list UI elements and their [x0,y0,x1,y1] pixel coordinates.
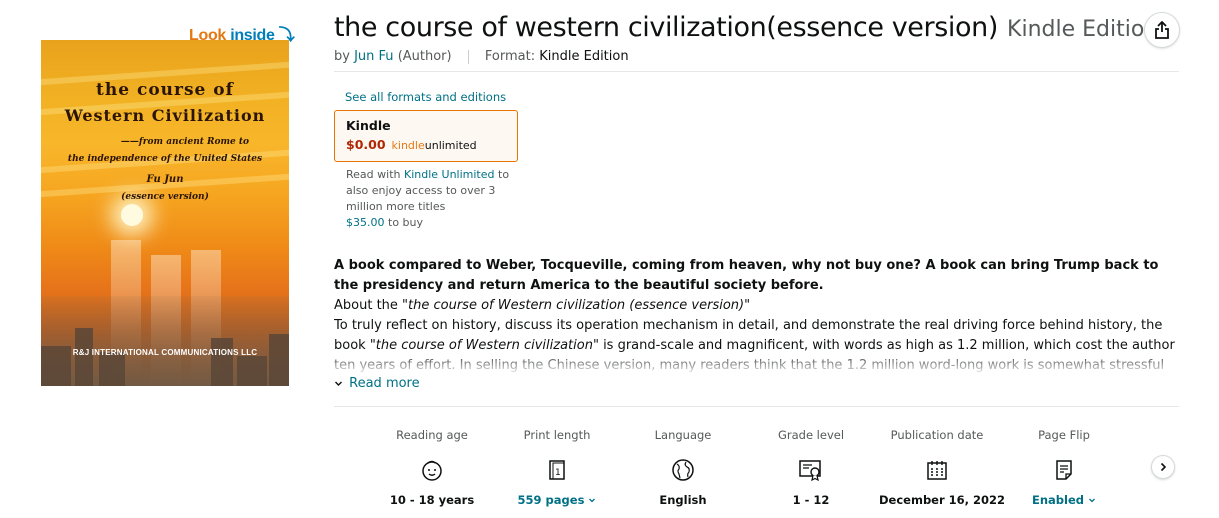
detail-label: Grade level [777,428,845,442]
cover-title-line1: the course of [96,80,234,100]
print-length-link[interactable]: 559 pages [499,493,615,507]
detail-value: English [659,493,707,507]
cover-subtitle-line1: ——from ancient Rome to [120,137,250,147]
read-more-link[interactable]: Read more [334,376,420,391]
about-title: "the course of Western civilization (ess… [402,298,751,313]
detail-value: Enabled [1031,493,1084,507]
description-fade [334,350,1180,372]
divider [334,406,1179,407]
cover-cityscape [41,296,289,386]
buy-price-link[interactable]: $35.00 [346,216,385,229]
product-edition: Kindle Edition [1007,17,1159,42]
cover-version: (essence version) [121,192,209,202]
author-role: (Author) [397,49,452,64]
description-headline: A book compared to Weber, Tocqueville, c… [334,258,1159,293]
description-about: About the "the course of Western civiliz… [334,296,1180,316]
detail-reading-age: Reading age 10 - 18 years [374,428,490,507]
book-description: A book compared to Weber, Tocqueville, c… [334,256,1180,372]
document-page-icon: 1 [544,457,570,483]
about-prefix: About the [334,298,398,313]
detail-label: Print length [523,428,591,442]
detail-label: Publication date [890,428,984,442]
author-link[interactable]: Jun Fu [354,49,393,64]
product-title: the course of western civilization(essen… [334,12,1158,43]
buy-suffix: to buy [388,216,424,229]
format-value: Kindle Edition [539,49,629,64]
chevron-right-icon [1160,462,1167,472]
kindle-unlimited-link[interactable]: Kindle Unlimited [404,168,495,181]
detail-value: 10 - 18 years [389,493,475,507]
format-label: Format: [484,49,536,64]
detail-label: Language [654,428,712,442]
certificate-icon [798,457,824,483]
description-clip: A book compared to Weber, Tocqueville, c… [334,256,1180,372]
page-flip-icon [1051,457,1077,483]
kindle-unlimited-note: Read with Kindle Unlimited to also enjoy… [346,167,516,231]
chevron-down-icon [1089,498,1095,503]
kindle-unlimited-logo-unlimited: unlimited [424,139,477,152]
cover-subtitle-line2: the independence of the United States [67,154,263,164]
book-cover-image[interactable]: the course of Western Civilization ——fro… [41,40,289,386]
read-more-label: Read more [349,376,420,391]
share-button[interactable] [1144,12,1180,48]
page-flip-link[interactable]: Enabled [1006,493,1122,507]
format-option-kindle[interactable]: Kindle $0.00 kindleunlimited [334,110,518,162]
byline-by: by [334,49,350,64]
svg-text:1: 1 [555,468,561,478]
cover-sun [121,204,143,226]
calendar-icon [924,457,950,483]
detail-page-flip: Page Flip Enabled [1006,428,1122,507]
detail-label: Reading age [396,428,468,442]
byline-divider [467,49,469,64]
format-price-row: $0.00 kindleunlimited [346,137,506,152]
chevron-down-icon [335,381,342,386]
detail-label: Page Flip [1038,428,1090,442]
product-details-carousel: Reading age 10 - 18 years Print length 1… [374,428,1124,518]
chevron-down-icon [589,498,596,503]
product-title-text: the course of western civilization(essen… [334,12,998,43]
detail-value: 1 - 12 [792,493,830,507]
detail-value: December 16, 2022 [879,493,1006,507]
globe-icon [670,457,696,483]
detail-grade-level: Grade level 1 - 12 [753,428,869,507]
detail-print-length: Print length 1 559 pages [499,428,615,507]
divider [334,71,1179,72]
cover-author: Fu Jun [146,174,184,185]
detail-publication-date: Publication date December 16, 2022 [879,428,1006,507]
detail-language: Language English [625,428,741,507]
detail-value: 559 pages [517,493,585,507]
cover-publisher: R&J INTERNATIONAL COMMUNICATIONS LLC [72,348,258,357]
cover-title-line2: Western Civilization [64,106,266,125]
share-icon [1155,21,1169,39]
ku-note-prefix: Read with [346,168,401,181]
carousel-next-button[interactable] [1151,455,1175,479]
see-all-formats-link[interactable]: See all formats and editions [345,90,506,104]
format-price: $0.00 [346,137,386,152]
format-name: Kindle [346,118,391,133]
child-face-icon [419,457,445,483]
kindle-unlimited-logo-kindle: kindle [391,139,425,152]
byline: by Jun Fu (Author) Format: Kindle Editio… [334,49,629,64]
